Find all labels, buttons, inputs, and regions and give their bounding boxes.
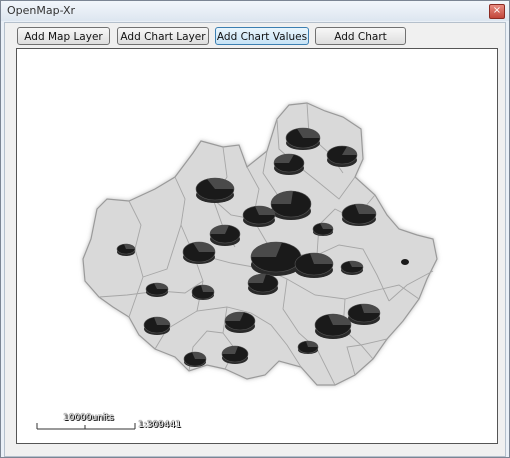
pie-chart xyxy=(340,260,364,275)
pie-chart xyxy=(221,345,249,364)
close-button[interactable]: × xyxy=(489,4,505,19)
pie-chart xyxy=(294,252,334,278)
pie-chart xyxy=(191,284,215,300)
close-icon: × xyxy=(492,5,502,16)
add-chart-values-button[interactable]: Add Chart Values xyxy=(215,27,309,45)
pie-chart xyxy=(347,303,381,325)
add-map-layer-button[interactable]: Add Map Layer xyxy=(17,27,110,45)
app-window: OpenMap-Xr × Add Map Layer Add Chart Lay… xyxy=(0,0,510,458)
pie-chart xyxy=(326,145,358,167)
map-canvas[interactable]: 10000units 1:309441 xyxy=(16,48,498,444)
scale-ruler xyxy=(36,423,136,430)
pie-chart xyxy=(270,190,312,220)
client-area: Add Map Layer Add Chart Layer Add Chart … xyxy=(4,22,506,457)
pie-chart xyxy=(285,127,321,150)
pie-chart xyxy=(297,340,319,354)
window-title: OpenMap-Xr xyxy=(7,4,76,17)
pie-chart xyxy=(143,316,171,335)
pie-chart xyxy=(250,241,302,276)
add-chart-legend-button[interactable]: Add Chart Legend xyxy=(315,27,406,61)
pie-chart xyxy=(314,313,352,339)
scale-ratio: 1:309441 xyxy=(138,420,182,430)
pie-chart xyxy=(401,259,409,265)
scale-bar: 10000units 1:309441 xyxy=(35,413,181,433)
pie-chart xyxy=(182,241,216,264)
pie-chart xyxy=(145,282,169,297)
pie-chart xyxy=(209,224,241,246)
pie-chart xyxy=(224,311,256,333)
map-svg xyxy=(82,102,438,386)
title-bar[interactable]: OpenMap-Xr × xyxy=(1,1,509,21)
add-chart-layer-button[interactable]: Add Chart Layer xyxy=(117,27,209,45)
pie-chart xyxy=(116,243,136,256)
pie-chart xyxy=(242,205,276,227)
pie-chart xyxy=(183,351,207,367)
pie-chart xyxy=(247,273,279,295)
pie-chart xyxy=(312,222,334,236)
pie-chart xyxy=(195,177,235,203)
pie-chart xyxy=(273,153,305,175)
pie-chart xyxy=(341,203,377,226)
